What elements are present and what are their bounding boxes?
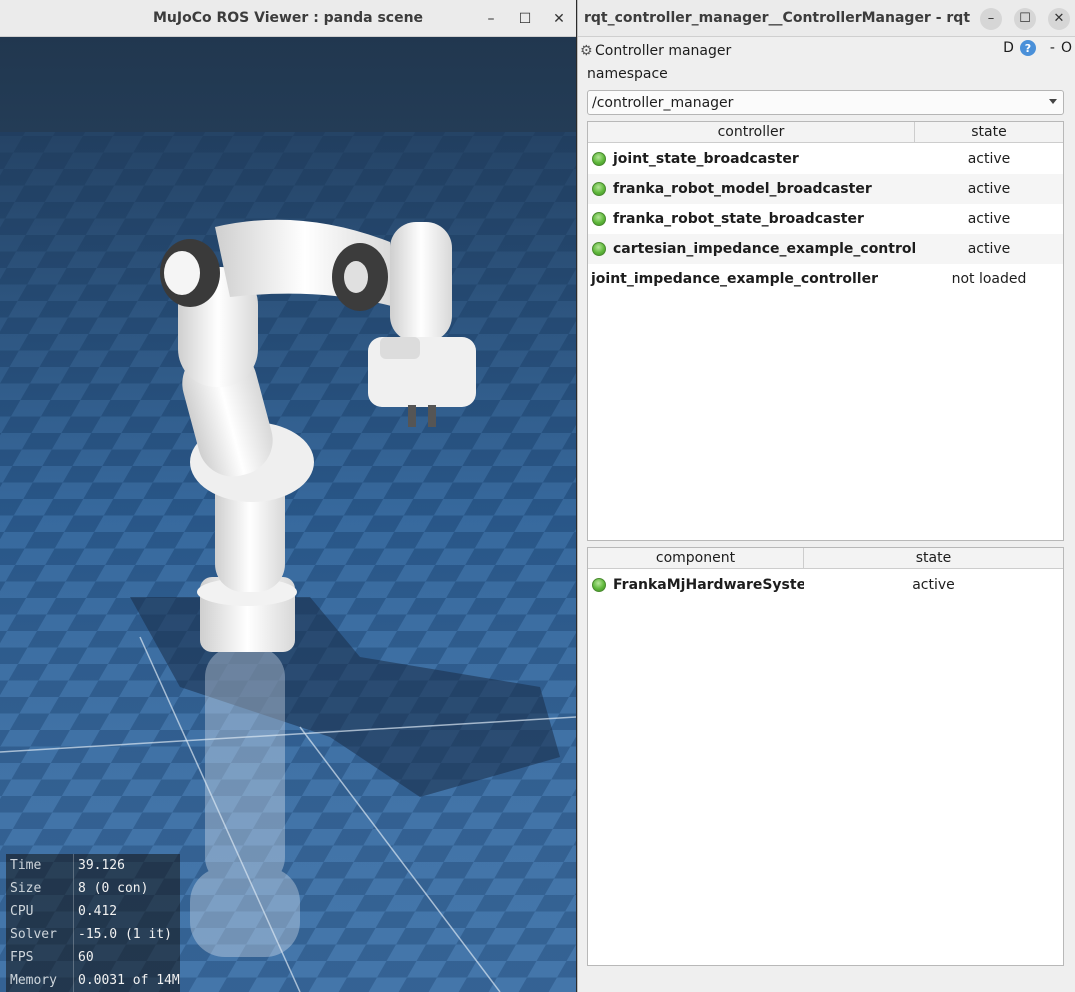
plugin-controls: D ? - O [1003,40,1072,56]
stat-label: CPU [6,900,74,923]
stat-label: Memory [6,969,74,992]
stat-memory: Memory 0.0031 of 14M [6,969,180,992]
status-led-icon [592,578,606,592]
robot-reflection [190,647,300,957]
stat-cpu: CPU 0.412 [6,900,180,923]
components-table: component state FrankaMjHardwareSystem a… [587,547,1064,966]
controller-state: active [967,181,1011,197]
status-led-icon [592,152,606,166]
status-led-icon [592,212,606,226]
table-row[interactable]: franka_robot_state_broadcaster active [588,204,1063,234]
stat-label: FPS [6,946,74,969]
gear-icon[interactable]: ⚙ [580,43,594,59]
stat-label: Solver [6,923,74,946]
namespace-value: /controller_manager [592,94,734,111]
rqt-titlebar[interactable]: rqt_controller_manager__ControllerManage… [578,0,1075,37]
close-plugin-button[interactable]: O [1061,40,1072,56]
stat-time: Time 39.126 [6,854,180,877]
maximize-icon: ☐ [1014,7,1036,30]
table-row[interactable]: FrankaMjHardwareSystem active [588,570,1063,600]
column-header-state[interactable]: state [804,548,1063,568]
close-button[interactable]: ✕ [542,0,576,37]
maximize-button[interactable]: ☐ [508,0,542,37]
components-table-header: component state [588,548,1063,569]
controller-state: active [967,151,1011,167]
component-state: active [912,577,955,593]
viewer-window-controls: – ☐ ✕ [474,0,576,37]
namespace-select[interactable]: /controller_manager [587,90,1064,115]
status-led-icon [592,182,606,196]
viewer-title: MuJoCo ROS Viewer : panda scene [152,10,424,26]
chevron-down-icon [1049,99,1057,104]
column-header-controller[interactable]: controller [588,122,915,142]
minimize-plugin-button[interactable]: - [1050,40,1055,56]
stat-value: 0.0031 of 14M [78,973,180,988]
close-button[interactable]: ✕ [1042,0,1075,37]
rqt-title: rqt_controller_manager__ControllerManage… [583,10,971,26]
stat-value: -15.0 (1 it) [78,927,172,942]
controller-name: joint_state_broadcaster [613,151,799,167]
table-row[interactable]: joint_state_broadcaster active [588,144,1063,174]
stat-solver: Solver -15.0 (1 it) [6,923,180,946]
plugin-header: ⚙ Controller manager D ? - O [578,38,1075,64]
controller-name: joint_impedance_example_controller [591,271,878,287]
stat-fps: FPS 60 [6,946,180,969]
controller-name: franka_robot_state_broadcaster [613,211,864,227]
controller-state: not loaded [951,271,1027,287]
stat-value: 8 (0 con) [78,881,149,896]
component-name: FrankaMjHardwareSystem [613,577,804,593]
controller-name: franka_robot_model_broadcaster [613,181,872,197]
table-row[interactable]: franka_robot_model_broadcaster active [588,174,1063,204]
controllers-table-header: controller state [588,122,1063,143]
stat-value: 60 [78,950,94,965]
table-row[interactable]: cartesian_impedance_example_controller a… [588,234,1063,264]
controllers-table: controller state joint_state_broadcaster… [587,121,1064,541]
mujoco-viewer-window[interactable]: MuJoCo ROS Viewer : panda scene – ☐ ✕ Ti… [0,0,576,992]
stat-size: Size 8 (0 con) [6,877,180,900]
controller-name: cartesian_impedance_example_controller [613,241,915,257]
simulation-stats-overlay: Time 39.126 Size 8 (0 con) CPU 0.412 Sol… [6,854,180,992]
minimize-icon: – [980,7,1002,30]
scene-render [0,37,576,992]
dock-button[interactable]: D [1003,40,1014,56]
stat-label: Time [6,854,74,877]
column-header-state[interactable]: state [915,122,1063,142]
stat-label: Size [6,877,74,900]
viewer-titlebar[interactable]: MuJoCo ROS Viewer : panda scene – ☐ ✕ [0,0,576,37]
stat-value: 39.126 [78,858,125,873]
namespace-label: namespace [587,66,668,82]
controller-state: active [967,241,1011,257]
maximize-button[interactable]: ☐ [1008,0,1042,37]
controller-state: active [967,211,1011,227]
rqt-controller-manager-window[interactable]: rqt_controller_manager__ControllerManage… [577,0,1075,992]
close-icon: ✕ [1048,7,1070,30]
minimize-button[interactable]: – [974,0,1008,37]
table-row[interactable]: joint_impedance_example_controller not l… [588,264,1063,294]
help-icon[interactable]: ? [1019,40,1036,56]
plugin-title: Controller manager [595,43,732,59]
simulation-viewport[interactable]: Time 39.126 Size 8 (0 con) CPU 0.412 Sol… [0,37,576,992]
stat-value: 0.412 [78,904,118,919]
column-header-component[interactable]: component [588,548,804,568]
status-led-icon [592,242,606,256]
rqt-window-controls: – ☐ ✕ [974,0,1075,37]
minimize-button[interactable]: – [474,0,508,37]
